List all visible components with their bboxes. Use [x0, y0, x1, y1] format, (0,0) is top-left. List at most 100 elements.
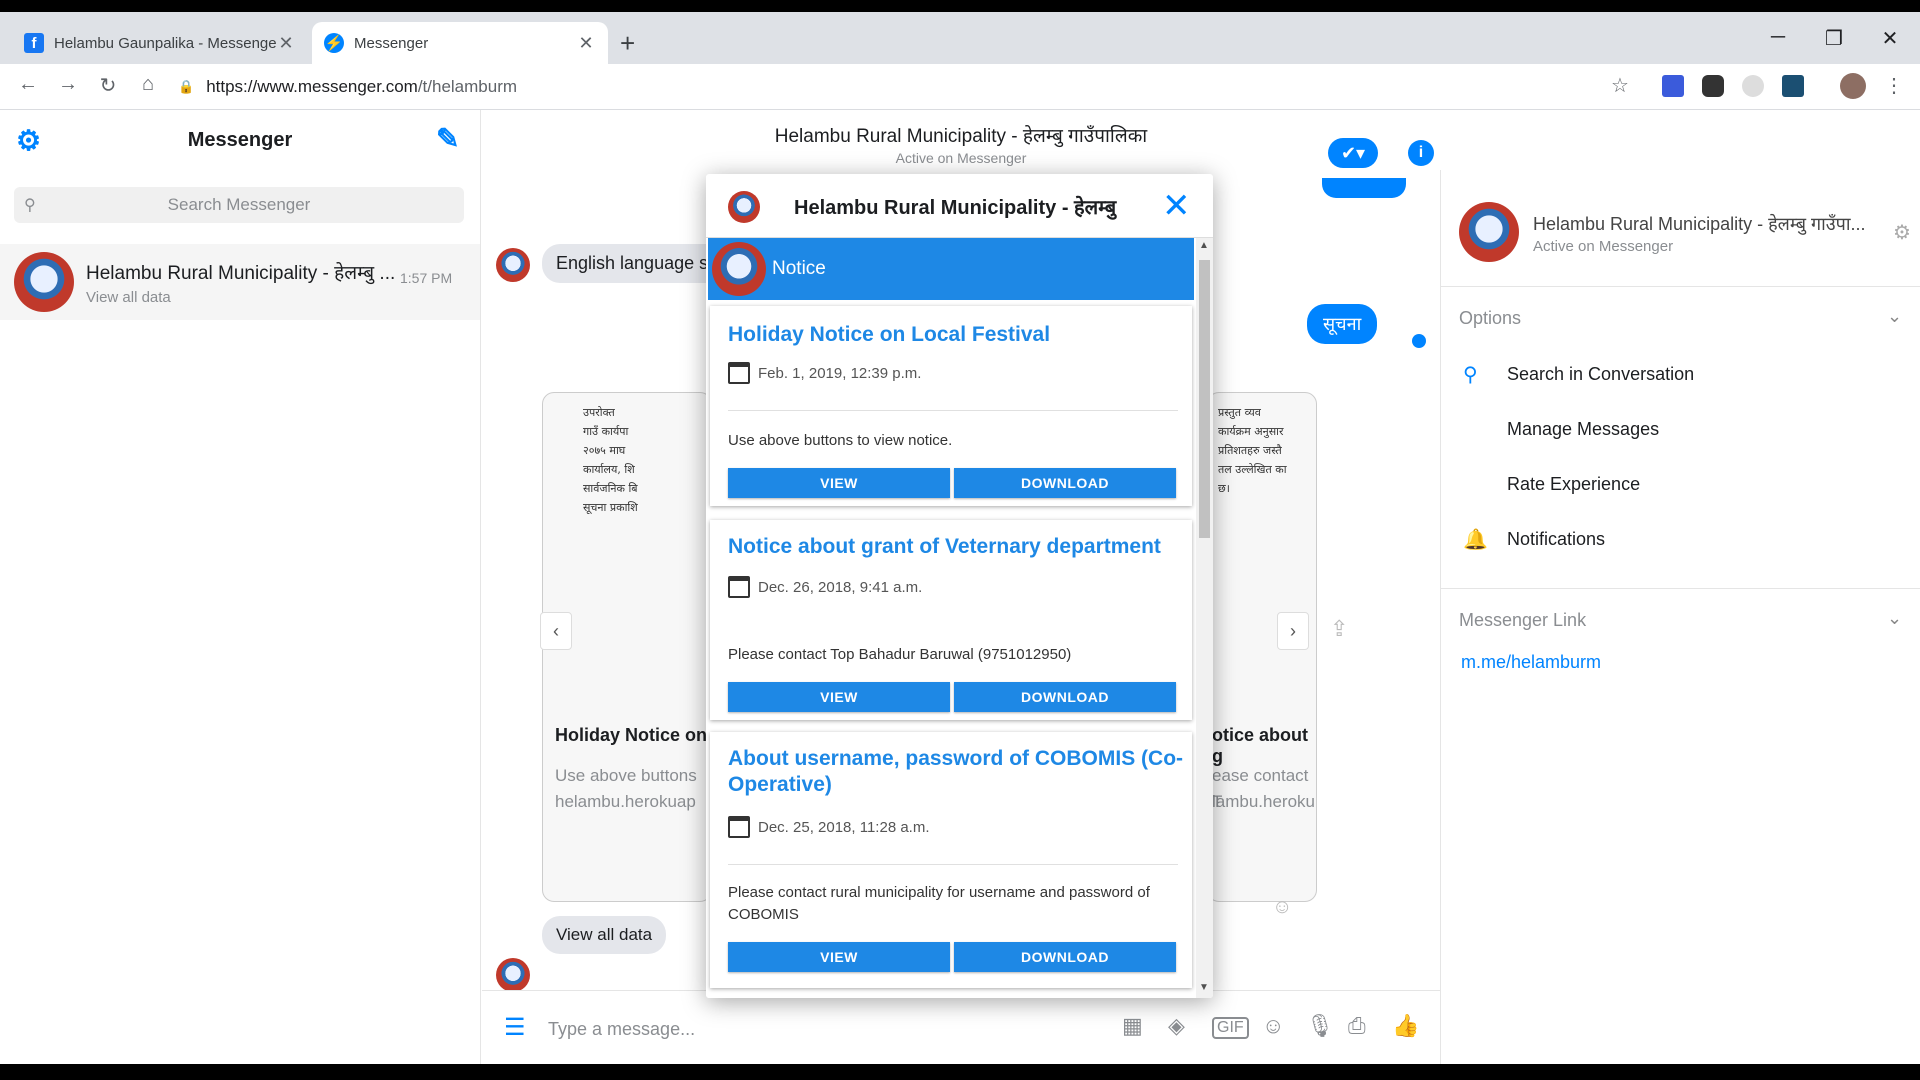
- tab-helambu[interactable]: f Helambu Gaunpalika - Messenger ✕: [12, 22, 308, 64]
- notice-text: Please contact Top Bahadur Baruwal (9751…: [728, 646, 1072, 663]
- message-composer: ☰ Type a message... ▦ ◈ GIF ☺ 🎙 ⎙ 👍: [482, 990, 1440, 1064]
- modal-header: Helambu Rural Municipality - हेलम्बु ✕: [706, 174, 1213, 238]
- notice-date-text: Dec. 25, 2018, 11:28 a.m.: [758, 818, 930, 836]
- divider: [1441, 588, 1920, 589]
- extension-icon[interactable]: [1662, 75, 1684, 97]
- close-icon[interactable]: ✕: [1162, 186, 1191, 226]
- thumbs-up-icon[interactable]: 👍: [1392, 1013, 1419, 1039]
- details-panel: Helambu Rural Municipality - हेलम्बु गाउ…: [1440, 170, 1920, 1064]
- reload-icon[interactable]: ↻: [94, 73, 122, 98]
- link-section-title[interactable]: Messenger Link: [1459, 610, 1586, 631]
- close-window-icon[interactable]: ✕: [1868, 26, 1912, 51]
- notice-card: Notice about grant of Veternary departme…: [710, 520, 1192, 720]
- gif-icon[interactable]: GIF: [1212, 1017, 1249, 1039]
- emoji-icon[interactable]: ☺: [1262, 1013, 1284, 1039]
- pocket-icon[interactable]: [1702, 75, 1724, 97]
- notice-date: Feb. 1, 2019, 12:39 p.m.: [728, 362, 921, 384]
- option-rate-experience[interactable]: Rate Experience: [1507, 474, 1640, 495]
- option-notifications[interactable]: Notifications: [1507, 529, 1605, 550]
- restore-icon[interactable]: ❐: [1812, 26, 1856, 51]
- view-button[interactable]: VIEW: [728, 468, 950, 498]
- url-path: /t/helamburm: [417, 77, 518, 96]
- new-tab-icon[interactable]: +: [620, 30, 635, 56]
- extension-icon[interactable]: [1782, 75, 1804, 97]
- download-button[interactable]: DOWNLOAD: [954, 942, 1176, 972]
- carousel-next-icon[interactable]: ›: [1277, 612, 1309, 650]
- modal-body: Notice Holiday Notice on Local Festival …: [706, 238, 1196, 998]
- profile-avatar[interactable]: [1840, 73, 1866, 99]
- notice-card: Holiday Notice on Local Festival Feb. 1,…: [710, 306, 1192, 506]
- bookmark-star-icon[interactable]: ☆: [1606, 73, 1634, 98]
- tab-close-icon[interactable]: ✕: [576, 33, 596, 54]
- search-icon: ⚲: [1463, 364, 1478, 386]
- notice-date: Dec. 26, 2018, 9:41 a.m.: [728, 576, 922, 598]
- card-text: Use above buttons: [555, 766, 697, 785]
- modal-title: Helambu Rural Municipality - हेलम्बु: [794, 197, 1117, 219]
- view-button[interactable]: VIEW: [728, 942, 950, 972]
- back-icon[interactable]: ←: [14, 73, 42, 96]
- minimize-icon[interactable]: ─: [1756, 26, 1800, 49]
- notice-title[interactable]: Notice about grant of Veternary departme…: [728, 534, 1188, 560]
- notice-text: Please contact rural municipality for us…: [728, 884, 1150, 923]
- bell-icon: 🔔: [1463, 529, 1488, 551]
- chevron-down-icon[interactable]: ⌄: [1887, 608, 1902, 629]
- conversation-item[interactable]: Helambu Rural Municipality - हेलम्बु ...…: [0, 244, 480, 320]
- view-all-data-text: View all data: [556, 925, 653, 944]
- divider: [728, 410, 1178, 411]
- notice-date: Dec. 25, 2018, 11:28 a.m.: [728, 816, 930, 838]
- home-icon[interactable]: ⌂: [134, 73, 162, 96]
- checkmark-dropdown-icon[interactable]: ✔▾: [1328, 138, 1378, 168]
- option-search-conversation[interactable]: Search in Conversation: [1507, 364, 1694, 385]
- message-bubble: सूचना: [1307, 304, 1378, 344]
- notice-title[interactable]: About username, password of COBOMIS (Co-…: [728, 746, 1188, 798]
- add-reaction-icon[interactable]: ☺: [1272, 896, 1292, 919]
- image-icon[interactable]: ▦: [1122, 1013, 1143, 1039]
- browser-window: f Helambu Gaunpalika - Messenger ✕ ⚡ Mes…: [0, 12, 1920, 1064]
- avatar: [496, 958, 530, 992]
- read-check-icon: [1412, 334, 1426, 348]
- extension-icon[interactable]: [1742, 75, 1764, 97]
- modal-scrollbar[interactable]: ▲ ▼: [1196, 238, 1213, 998]
- settings-gear-icon[interactable]: ⚙: [1893, 220, 1911, 245]
- forward-icon[interactable]: →: [54, 73, 82, 96]
- camera-icon[interactable]: ⎙: [1348, 1013, 1366, 1039]
- menu-lines-icon[interactable]: ☰: [504, 1013, 526, 1042]
- facebook-icon: f: [24, 33, 44, 53]
- download-button[interactable]: DOWNLOAD: [954, 468, 1176, 498]
- carousel-prev-icon[interactable]: ‹: [540, 612, 572, 650]
- scrollbar-thumb[interactable]: [1199, 260, 1210, 538]
- calendar-icon: [728, 576, 750, 598]
- tab-close-icon[interactable]: ✕: [276, 33, 296, 54]
- option-manage-messages[interactable]: Manage Messages: [1507, 419, 1659, 440]
- options-section-title[interactable]: Options: [1459, 308, 1521, 329]
- message-input[interactable]: Type a message...: [548, 1019, 695, 1040]
- address-bar[interactable]: 🔒 https://www.messenger.com/t/helamburm: [178, 71, 1654, 103]
- scroll-down-icon[interactable]: ▼: [1199, 982, 1209, 993]
- view-button[interactable]: VIEW: [728, 682, 950, 712]
- tab-title: Messenger: [354, 34, 429, 52]
- tab-strip: f Helambu Gaunpalika - Messenger ✕ ⚡ Mes…: [0, 12, 1920, 64]
- document-preview-text: उपरोक्त गाउँ कार्यपा २०७५ माघ कार्यालय, …: [583, 406, 638, 514]
- chevron-down-icon[interactable]: ⌄: [1887, 306, 1902, 327]
- share-icon[interactable]: ⇪: [1330, 616, 1348, 642]
- notice-banner-label: Notice: [772, 258, 826, 279]
- divider: [728, 864, 1178, 865]
- info-icon[interactable]: i: [1408, 140, 1434, 166]
- download-button[interactable]: DOWNLOAD: [954, 682, 1176, 712]
- chat-header: Helambu Rural Municipality - हेलम्बु गाउ…: [482, 110, 1440, 170]
- avatar: [14, 252, 74, 312]
- scroll-up-icon[interactable]: ▲: [1199, 240, 1209, 251]
- notice-title[interactable]: Holiday Notice on Local Festival: [728, 322, 1188, 348]
- details-name: Helambu Rural Municipality - हेलम्बु गाउ…: [1533, 214, 1866, 234]
- compose-icon[interactable]: ✎: [436, 122, 459, 155]
- tab-messenger[interactable]: ⚡ Messenger ✕: [312, 22, 608, 64]
- messenger-icon: ⚡: [324, 33, 344, 53]
- microphone-icon[interactable]: 🎙: [1306, 1013, 1334, 1039]
- settings-gear-icon[interactable]: ⚙: [16, 124, 41, 157]
- search-input[interactable]: ⚲ Search Messenger: [14, 187, 464, 223]
- menu-dots-icon[interactable]: ⋮: [1880, 73, 1908, 98]
- message-suchana: सूचना: [1323, 314, 1362, 334]
- conversation-snippet: View all data: [86, 288, 171, 306]
- messenger-link[interactable]: m.me/helamburm: [1461, 652, 1601, 673]
- sticker-icon[interactable]: ◈: [1168, 1013, 1185, 1039]
